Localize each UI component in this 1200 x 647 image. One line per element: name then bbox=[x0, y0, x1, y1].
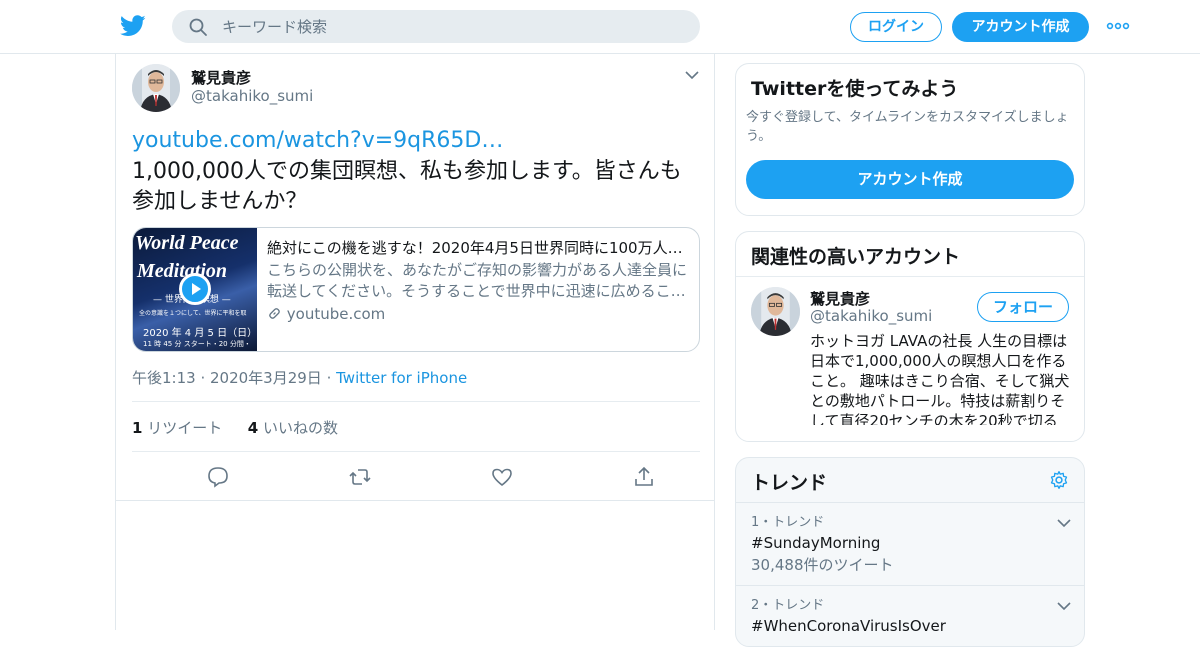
retweet-count: 1 bbox=[132, 419, 143, 437]
login-button[interactable]: ログイン bbox=[850, 12, 942, 42]
avatar-image bbox=[132, 64, 180, 112]
chevron-down-icon[interactable] bbox=[1057, 601, 1071, 611]
play-icon[interactable] bbox=[179, 273, 211, 305]
tweet-stats: 1 リツイート 4 いいねの数 bbox=[132, 417, 338, 438]
tweet-link[interactable]: youtube.com/watch?v=9qR65D… bbox=[132, 128, 503, 153]
trend-item[interactable]: 1・トレンド #SundayMorning 30,488件のツイート bbox=[751, 514, 1071, 576]
retweet-icon[interactable] bbox=[348, 465, 372, 489]
divider bbox=[736, 276, 1084, 277]
try-twitter-panel: Twitterを使ってみよう 今すぐ登録して、タイムラインをカスタマイズしましょ… bbox=[735, 63, 1085, 216]
like-stat[interactable]: 4 いいねの数 bbox=[248, 419, 338, 437]
search-box[interactable] bbox=[172, 10, 700, 43]
retweet-stat[interactable]: 1 リツイート bbox=[132, 419, 222, 437]
try-twitter-text: 今すぐ登録して、タイムラインをカスタマイズしましょう。 bbox=[746, 110, 1069, 144]
card-domain: youtube.com bbox=[267, 304, 691, 324]
thumb-date: 2020 年 4 月 5 日（日） bbox=[143, 328, 258, 339]
related-name[interactable]: 鷲見貴彦 bbox=[810, 288, 870, 309]
more-dots-icon[interactable] bbox=[1106, 16, 1130, 36]
tweet-column: 鷲見貴彦 @takahiko_sumi youtube.com/watch?v=… bbox=[115, 54, 715, 630]
tweet-timestamp[interactable]: 午後1:13 · 2020年3月29日 bbox=[132, 369, 322, 387]
retweet-label: リツイート bbox=[147, 419, 223, 437]
tweet-source[interactable]: Twitter for iPhone bbox=[336, 369, 467, 387]
card-thumbnail[interactable]: World Peace Meditation — 世界同時瞑想 — 全の意識を１… bbox=[133, 228, 258, 351]
related-bio: ホットヨガ LAVAの社長 人生の目標は日本で1,000,000人の瞑想人口を作… bbox=[810, 332, 1070, 425]
card-domain-text: youtube.com bbox=[286, 305, 386, 323]
chevron-down-icon[interactable] bbox=[1057, 518, 1071, 528]
divider bbox=[116, 500, 714, 501]
like-label: いいねの数 bbox=[263, 419, 339, 437]
card-title: 絶対にこの機を逃すな！2020年4月5日世界同時に100万人で… bbox=[267, 239, 691, 257]
signup-button[interactable]: アカウント作成 bbox=[746, 160, 1074, 199]
try-twitter-title: Twitterを使ってみよう bbox=[751, 78, 959, 100]
follow-button[interactable]: フォロー bbox=[977, 292, 1069, 322]
trends-panel: トレンド 1・トレンド #SundayMorning 30,488件のツイート … bbox=[735, 457, 1085, 647]
like-count: 4 bbox=[247, 419, 259, 437]
related-title: 関連性の高いアカウント bbox=[751, 246, 961, 268]
trends-title: トレンド bbox=[751, 472, 828, 494]
reply-icon[interactable] bbox=[206, 465, 230, 489]
gear-icon[interactable] bbox=[1049, 470, 1069, 490]
divider bbox=[736, 585, 1084, 586]
trend-tag: #WhenCoronaVirusIsOver bbox=[751, 617, 946, 635]
avatar-image bbox=[751, 287, 800, 336]
heart-icon[interactable] bbox=[490, 465, 514, 489]
meta-separator: · bbox=[326, 369, 337, 387]
tweet-actions bbox=[132, 462, 700, 492]
card-body: 絶対にこの機を逃すな！2020年4月5日世界同時に100万人で… こちらの公開状… bbox=[267, 238, 691, 324]
author-handle[interactable]: @takahiko_sumi bbox=[191, 87, 313, 105]
trend-item[interactable]: 2・トレンド #WhenCoronaVirusIsOver bbox=[751, 597, 1071, 637]
search-input[interactable] bbox=[222, 10, 682, 43]
link-card[interactable]: World Peace Meditation — 世界同時瞑想 — 全の意識を１… bbox=[132, 227, 700, 352]
tweet-meta: 午後1:13 · 2020年3月29日 · Twitter for iPhone bbox=[132, 367, 467, 388]
card-description: こちらの公開状を、あなたがご存知の影響力がある人達全員に転送してください。そうす… bbox=[267, 261, 688, 300]
related-accounts-panel: 関連性の高いアカウント 鷲見貴彦 @takahiko_sumi フォロー ホット… bbox=[735, 231, 1085, 442]
chevron-down-icon[interactable] bbox=[684, 68, 700, 82]
trend-rank: 2・トレンド bbox=[751, 598, 825, 613]
avatar[interactable] bbox=[751, 287, 800, 336]
tweet-text: 1,000,000人での集団瞑想、私も参加します。皆さんも参加しませんか？ bbox=[132, 159, 682, 214]
divider bbox=[736, 502, 1084, 503]
link-icon bbox=[269, 308, 280, 319]
author-name[interactable]: 鷲見貴彦 bbox=[191, 67, 251, 88]
thumb-caption: 全の意識を１つにして、世界に平和を取 bbox=[139, 310, 247, 317]
avatar[interactable] bbox=[132, 64, 180, 112]
thumb-title-line1: World Peace bbox=[135, 232, 239, 254]
divider bbox=[132, 401, 700, 402]
signup-button[interactable]: アカウント作成 bbox=[952, 12, 1089, 42]
thumb-time: 11 時 45 分 スタート・20 分間・ bbox=[143, 340, 251, 348]
share-icon[interactable] bbox=[632, 465, 656, 489]
search-icon bbox=[189, 18, 207, 36]
related-handle[interactable]: @takahiko_sumi bbox=[810, 307, 932, 325]
top-bar: ログイン アカウント作成 bbox=[0, 0, 1200, 54]
trend-tag: #SundayMorning bbox=[751, 534, 881, 552]
divider bbox=[132, 451, 700, 452]
twitter-bird-icon[interactable] bbox=[120, 14, 146, 38]
trend-rank: 1・トレンド bbox=[751, 515, 825, 530]
trend-count: 30,488件のツイート bbox=[751, 556, 894, 574]
